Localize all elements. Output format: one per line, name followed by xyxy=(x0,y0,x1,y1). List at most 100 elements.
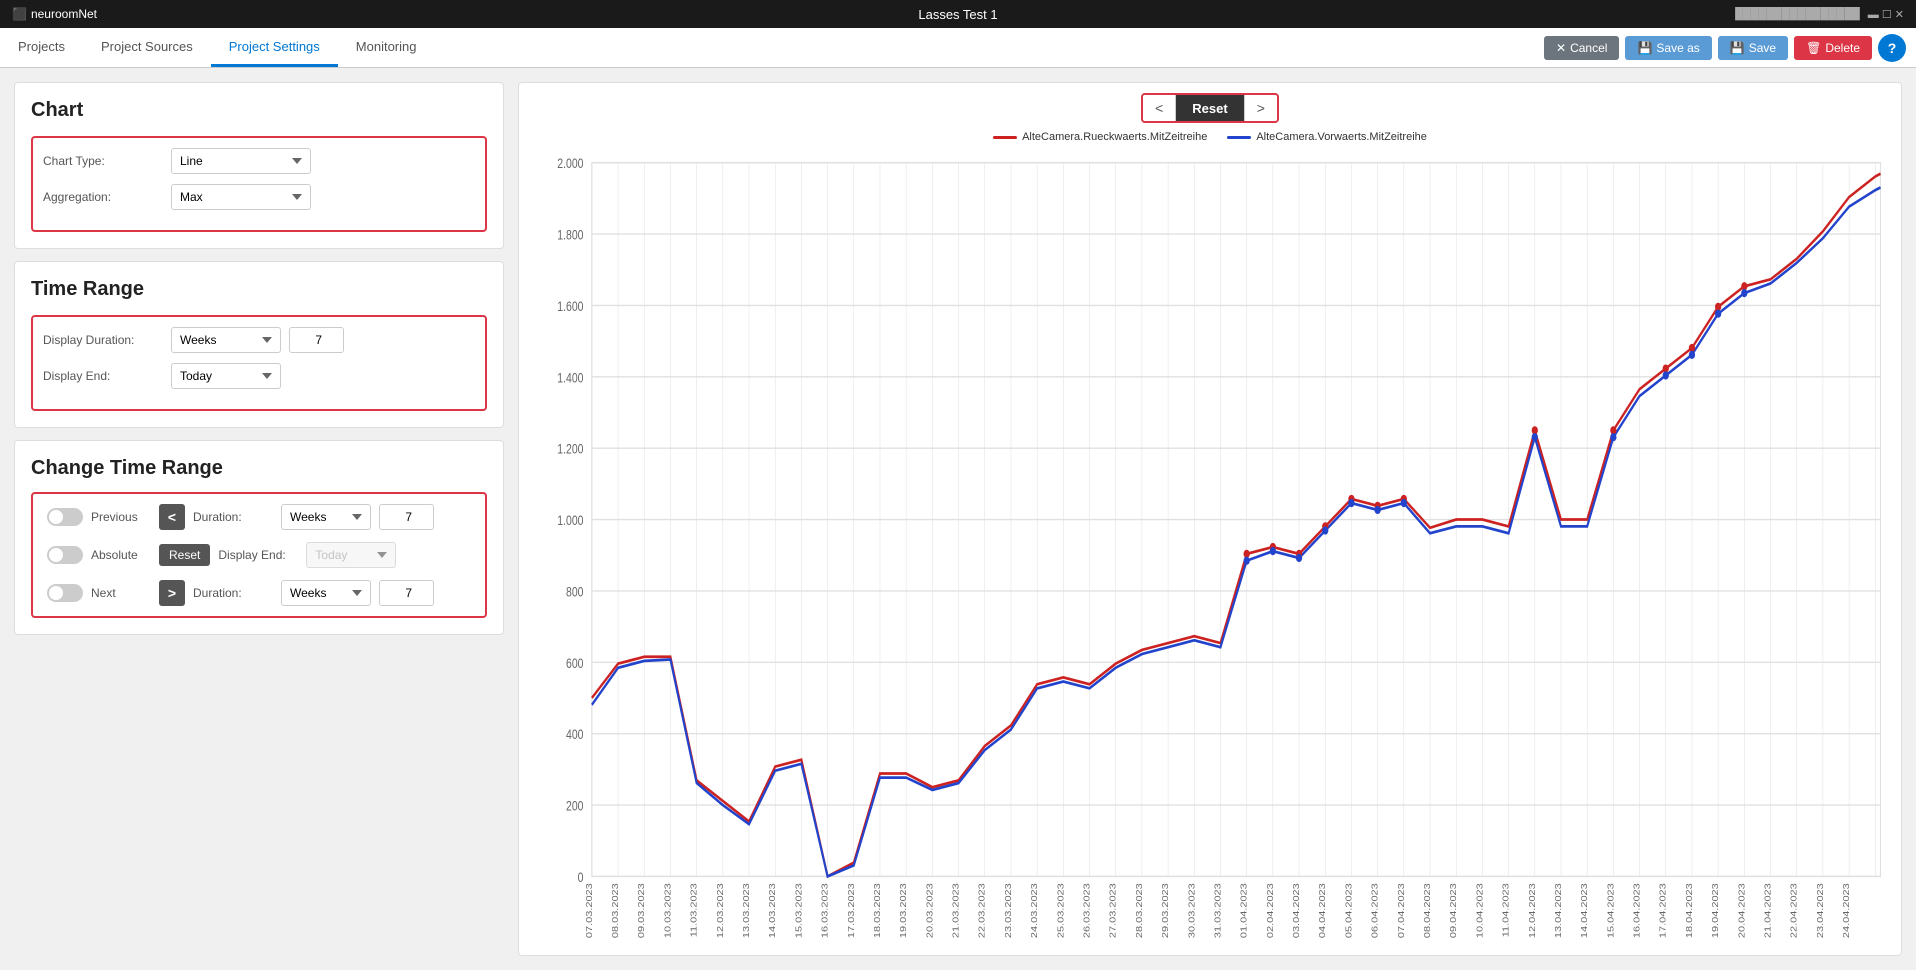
svg-text:16.03.2023: 16.03.2023 xyxy=(821,883,830,938)
chart-settings-form: Chart Type: Line Bar Area Aggregation: M… xyxy=(31,136,487,232)
svg-text:27.03.2023: 27.03.2023 xyxy=(1109,883,1118,938)
chart-type-select[interactable]: Line Bar Area xyxy=(171,148,311,174)
chart-type-row: Chart Type: Line Bar Area xyxy=(43,148,475,174)
svg-text:400: 400 xyxy=(566,727,584,743)
display-duration-row: Display Duration: Days Weeks Months xyxy=(43,327,475,353)
next-label: Next xyxy=(91,586,151,600)
svg-text:04.04.2023: 04.04.2023 xyxy=(1318,883,1327,938)
svg-text:02.04.2023: 02.04.2023 xyxy=(1266,883,1275,938)
svg-text:03.04.2023: 03.04.2023 xyxy=(1292,883,1301,938)
aggregation-select[interactable]: Max Min Avg Sum xyxy=(171,184,311,210)
aggregation-label: Aggregation: xyxy=(43,190,163,204)
svg-text:10.04.2023: 10.04.2023 xyxy=(1476,883,1485,938)
help-button[interactable]: ? xyxy=(1878,34,1906,62)
next-nav-button[interactable]: > xyxy=(159,580,185,606)
display-end-row: Display End: Today Yesterday Custom xyxy=(43,363,475,389)
chart-prev-button[interactable]: < xyxy=(1143,95,1176,121)
chart-svg: 2.000 1.800 1.600 1.400 1.200 1.000 800 … xyxy=(529,149,1891,945)
chart-settings-title: Chart xyxy=(31,99,487,122)
duration-unit-select[interactable]: Days Weeks Months xyxy=(171,327,281,353)
time-range-form: Display Duration: Days Weeks Months Disp… xyxy=(31,315,487,411)
legend-label-2: AlteCamera.Vorwaerts.MitZeitreihe xyxy=(1256,131,1427,143)
change-time-range-title: Change Time Range xyxy=(31,457,487,480)
blue-dot xyxy=(1270,547,1276,555)
svg-text:800: 800 xyxy=(566,584,584,600)
svg-text:01.04.2023: 01.04.2023 xyxy=(1240,883,1249,938)
app-logo: ⬛ neuroomNet xyxy=(12,7,97,21)
svg-text:15.03.2023: 15.03.2023 xyxy=(795,883,804,938)
display-duration-label: Display Duration: xyxy=(43,333,163,347)
next-duration-value-input[interactable] xyxy=(379,580,434,606)
absolute-display-end-select[interactable]: Today xyxy=(306,542,396,568)
svg-text:07.04.2023: 07.04.2023 xyxy=(1397,883,1406,938)
blue-dot xyxy=(1322,526,1328,534)
chart-nav-group: < Reset > xyxy=(1141,93,1279,123)
next-toggle[interactable] xyxy=(47,584,83,602)
delete-button[interactable]: 🗑 Delete xyxy=(1794,36,1872,60)
svg-text:600: 600 xyxy=(566,655,584,671)
left-panel: Chart Chart Type: Line Bar Area Aggregat… xyxy=(14,82,504,956)
svg-text:13.03.2023: 13.03.2023 xyxy=(742,883,751,938)
svg-text:10.03.2023: 10.03.2023 xyxy=(664,883,673,938)
svg-text:22.04.2023: 22.04.2023 xyxy=(1790,883,1799,938)
next-duration-unit-select[interactable]: Days Weeks Months xyxy=(281,580,371,606)
duration-value-input[interactable] xyxy=(289,327,344,353)
absolute-row: Absolute Reset Display End: Today xyxy=(39,536,479,574)
cancel-button[interactable]: ✕ Cancel xyxy=(1544,36,1619,60)
blue-dot xyxy=(1401,499,1407,507)
next-row: Next > Duration: Days Weeks Months xyxy=(39,574,479,612)
svg-text:23.03.2023: 23.03.2023 xyxy=(1004,883,1013,938)
blue-dot xyxy=(1715,310,1721,318)
blue-dot xyxy=(1244,557,1250,565)
svg-text:05.04.2023: 05.04.2023 xyxy=(1345,883,1354,938)
svg-text:07.03.2023: 07.03.2023 xyxy=(585,883,594,938)
absolute-reset-button[interactable]: Reset xyxy=(159,544,210,566)
svg-text:0: 0 xyxy=(578,870,584,886)
absolute-toggle[interactable] xyxy=(47,546,83,564)
legend-item-2: AlteCamera.Vorwaerts.MitZeitreihe xyxy=(1227,131,1427,143)
svg-text:09.04.2023: 09.04.2023 xyxy=(1449,883,1458,938)
tab-projects[interactable]: Projects xyxy=(0,28,83,67)
previous-duration-value-input[interactable] xyxy=(379,504,434,530)
previous-row: Previous < Duration: Days Weeks Months xyxy=(39,498,479,536)
svg-text:19.03.2023: 19.03.2023 xyxy=(899,883,908,938)
saveas-icon: 💾 xyxy=(1637,41,1652,55)
svg-text:08.04.2023: 08.04.2023 xyxy=(1423,883,1432,938)
absolute-label: Absolute xyxy=(91,548,151,562)
display-end-select[interactable]: Today Yesterday Custom xyxy=(171,363,281,389)
svg-text:14.04.2023: 14.04.2023 xyxy=(1580,883,1589,938)
tab-monitoring[interactable]: Monitoring xyxy=(338,28,435,67)
chart-next-button[interactable]: > xyxy=(1244,95,1277,121)
svg-text:14.03.2023: 14.03.2023 xyxy=(768,883,777,938)
svg-text:25.03.2023: 25.03.2023 xyxy=(1056,883,1065,938)
previous-label: Previous xyxy=(91,510,151,524)
change-time-range-form: Previous < Duration: Days Weeks Months A… xyxy=(31,492,487,618)
previous-toggle[interactable] xyxy=(47,508,83,526)
aggregation-row: Aggregation: Max Min Avg Sum xyxy=(43,184,475,210)
save-icon: 💾 xyxy=(1730,41,1745,55)
saveas-button[interactable]: 💾 Save as xyxy=(1625,36,1711,60)
tab-project-settings[interactable]: Project Settings xyxy=(211,28,338,67)
svg-text:1.800: 1.800 xyxy=(557,227,583,243)
save-button[interactable]: 💾 Save xyxy=(1718,36,1788,60)
app-title: Lasses Test 1 xyxy=(918,7,997,22)
chart-reset-button[interactable]: Reset xyxy=(1176,95,1243,121)
chart-legend: AlteCamera.Rueckwaerts.MitZeitreihe Alte… xyxy=(529,131,1891,143)
legend-color-2 xyxy=(1227,136,1251,139)
change-time-range-card: Change Time Range Previous < Duration: D… xyxy=(14,440,504,635)
tab-project-sources[interactable]: Project Sources xyxy=(83,28,211,67)
svg-text:1.200: 1.200 xyxy=(557,441,583,457)
previous-duration-unit-select[interactable]: Days Weeks Months xyxy=(281,504,371,530)
svg-text:31.03.2023: 31.03.2023 xyxy=(1214,883,1223,938)
blue-dot xyxy=(1296,554,1302,562)
nav-tabs: Projects Project Sources Project Setting… xyxy=(0,28,1916,68)
user-info: ████████████████ xyxy=(1735,8,1860,20)
svg-text:24.03.2023: 24.03.2023 xyxy=(1030,883,1039,938)
svg-text:12.03.2023: 12.03.2023 xyxy=(716,883,725,938)
svg-text:30.03.2023: 30.03.2023 xyxy=(1187,883,1196,938)
previous-nav-button[interactable]: < xyxy=(159,504,185,530)
svg-text:16.04.2023: 16.04.2023 xyxy=(1633,883,1642,938)
svg-text:21.04.2023: 21.04.2023 xyxy=(1764,883,1773,938)
svg-text:18.03.2023: 18.03.2023 xyxy=(873,883,882,938)
svg-text:11.04.2023: 11.04.2023 xyxy=(1502,883,1511,937)
